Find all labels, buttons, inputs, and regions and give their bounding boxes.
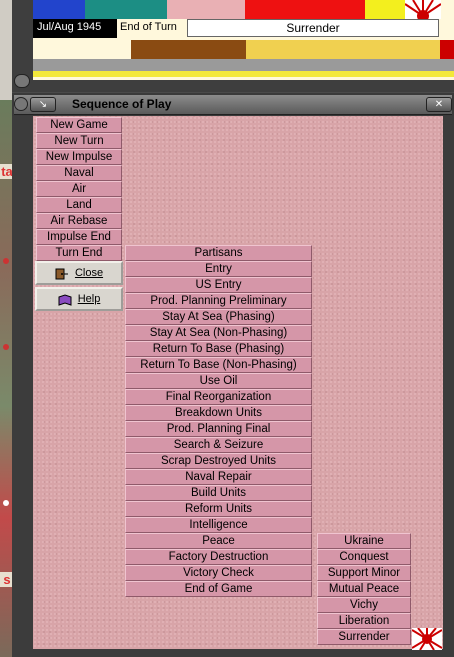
map-edge	[0, 0, 12, 100]
power-color-china	[245, 0, 365, 19]
phase-item[interactable]: Land	[36, 197, 122, 213]
help-button-label: Help	[77, 293, 101, 305]
turn-end-step-item[interactable]: Prod. Planning Final	[125, 421, 312, 437]
surrender-field[interactable]: Surrender	[187, 19, 439, 37]
turn-end-step-item[interactable]: Breakdown Units	[125, 405, 312, 421]
turn-end-step-item[interactable]: Build Units	[125, 485, 312, 501]
map-unit-marker[interactable]	[3, 344, 9, 350]
power-bar-blank	[33, 40, 131, 59]
phase-item[interactable]: Naval	[36, 165, 122, 181]
status-progress	[33, 71, 454, 77]
peace-step-item[interactable]: Conquest	[317, 549, 411, 565]
handle-icon[interactable]	[14, 74, 30, 88]
power-bar-yellow	[246, 40, 440, 59]
peace-step-item[interactable]: Liberation	[317, 613, 411, 629]
close-button[interactable]: Close	[35, 261, 123, 285]
phase-item[interactable]: Impulse End	[36, 229, 122, 245]
turn-end-step-item[interactable]: Final Reorganization	[125, 389, 312, 405]
turn-end-step-item[interactable]: Stay At Sea (Non-Phasing)	[125, 325, 312, 341]
power-color-allied	[33, 0, 85, 19]
turn-end-step-item[interactable]: Search & Seizure	[125, 437, 312, 453]
turn-end-step-item[interactable]: Entry	[125, 261, 312, 277]
turn-end-step-item[interactable]: Use Oil	[125, 373, 312, 389]
peace-step-item[interactable]: Surrender	[317, 629, 411, 645]
turn-end-step-item[interactable]: Factory Destruction	[125, 549, 312, 565]
power-bar-red	[440, 40, 454, 59]
turn-end-step-item[interactable]: Naval Repair	[125, 469, 312, 485]
turn-end-step-item[interactable]: Reform Units	[125, 501, 312, 517]
phase-item[interactable]: New Impulse	[36, 149, 122, 165]
turn-end-step-item[interactable]: Scrap Destroyed Units	[125, 453, 312, 469]
power-bar-brown	[131, 40, 246, 59]
phase-item[interactable]: Air Rebase	[36, 213, 122, 229]
japan-flag-icon	[412, 628, 442, 650]
turn-end-step-item[interactable]: Victory Check	[125, 565, 312, 581]
turn-end-step-item[interactable]: End of Game	[125, 581, 312, 597]
peace-step-item[interactable]: Mutual Peace	[317, 581, 411, 597]
help-button[interactable]: Help	[35, 287, 123, 311]
map-unit-marker[interactable]	[3, 500, 9, 506]
door-icon	[55, 267, 69, 280]
turn-end-step-item[interactable]: Peace	[125, 533, 312, 549]
dialog-title: Sequence of Play	[72, 97, 172, 111]
turn-end-step-item[interactable]: US Entry	[125, 277, 312, 293]
phase-item[interactable]: New Game	[36, 117, 122, 133]
power-color-ussr	[167, 0, 245, 19]
turn-end-step-item[interactable]: Return To Base (Phasing)	[125, 341, 312, 357]
close-button-label: Close	[74, 267, 104, 279]
knob-icon[interactable]	[14, 97, 28, 111]
power-color-italy	[365, 0, 405, 19]
japan-flag-icon	[405, 0, 441, 19]
turn-end-step-item[interactable]: Stay At Sea (Phasing)	[125, 309, 312, 325]
status-divider	[33, 59, 454, 71]
book-icon	[58, 293, 72, 306]
turn-end-step-item[interactable]: Intelligence	[125, 517, 312, 533]
peace-step-item[interactable]: Ukraine	[317, 533, 411, 549]
close-icon[interactable]: ✕	[426, 97, 452, 112]
peace-step-item[interactable]: Vichy	[317, 597, 411, 613]
turn-end-step-item[interactable]: Partisans	[125, 245, 312, 261]
power-color-commonwealth	[85, 0, 167, 19]
map-unit-marker[interactable]	[3, 258, 9, 264]
dialog-right-rail	[443, 116, 454, 657]
minimize-icon[interactable]: ↘	[30, 97, 56, 112]
dialog-left-rail	[12, 116, 33, 657]
turn-date: Jul/Aug 1945	[33, 19, 117, 38]
turn-end-step-item[interactable]: Prod. Planning Preliminary	[125, 293, 312, 309]
phase-item[interactable]: New Turn	[36, 133, 122, 149]
dialog-bottom-rail	[12, 649, 454, 657]
turn-end-step-item[interactable]: Return To Base (Non-Phasing)	[125, 357, 312, 373]
peace-step-item[interactable]: Support Minor	[317, 565, 411, 581]
phase-label: End of Turn	[118, 19, 186, 38]
phase-item[interactable]: Turn End	[36, 245, 122, 261]
phase-item[interactable]: Air	[36, 181, 122, 197]
